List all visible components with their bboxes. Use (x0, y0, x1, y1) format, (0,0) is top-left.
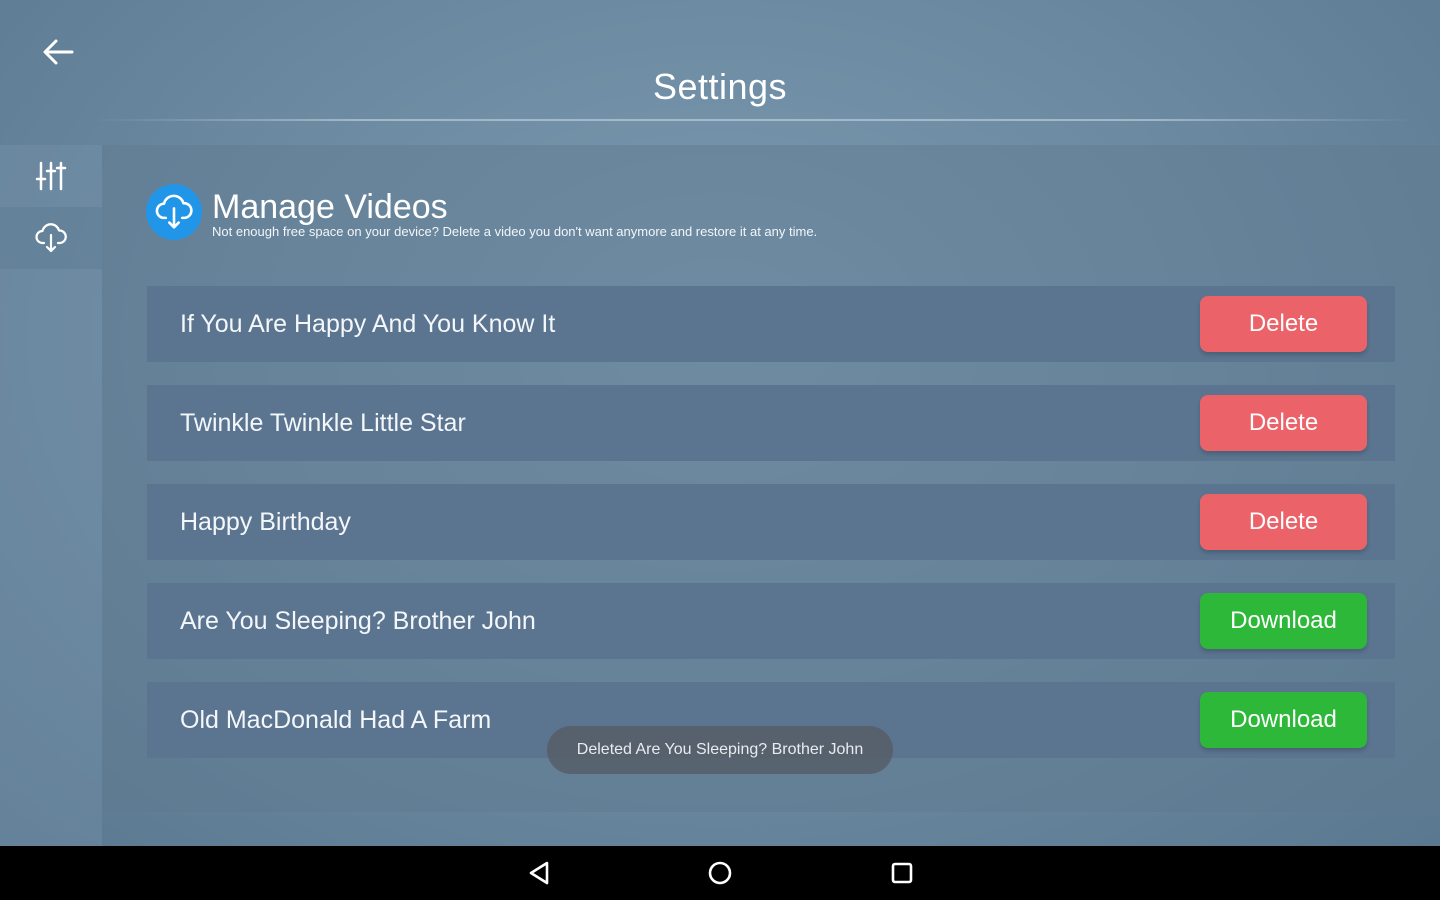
nav-home-button[interactable] (690, 846, 750, 900)
list-item: Happy Birthday Delete (147, 484, 1395, 560)
nav-back-button[interactable] (509, 846, 569, 900)
delete-button[interactable]: Delete (1200, 494, 1367, 550)
section-header: Manage Videos Not enough free space on y… (146, 184, 1046, 244)
list-item: Are You Sleeping? Brother John Download (147, 583, 1395, 659)
sliders-icon (35, 161, 67, 191)
toast-message: Deleted Are You Sleeping? Brother John (547, 726, 893, 774)
list-item: If You Are Happy And You Know It Delete (147, 286, 1395, 362)
system-nav-bar (0, 846, 1440, 900)
video-list: If You Are Happy And You Know It Delete … (147, 286, 1395, 781)
sidebar-item-manage-videos[interactable] (0, 207, 102, 269)
cloud-download-icon (155, 194, 193, 229)
page-title: Settings (652, 66, 788, 107)
section-subtitle: Not enough free space on your device? De… (212, 224, 818, 239)
video-title: Twinkle Twinkle Little Star (180, 408, 466, 437)
arrow-left-icon (43, 39, 74, 65)
cloud-download-icon (35, 223, 67, 253)
nav-recents-button[interactable] (872, 846, 932, 900)
delete-button[interactable]: Delete (1200, 395, 1367, 451)
app-screen: Settings Manage Videos Not enough free s… (0, 0, 1440, 846)
download-button[interactable]: Download (1200, 593, 1367, 649)
video-title: If You Are Happy And You Know It (180, 309, 556, 338)
back-triangle-icon (529, 861, 549, 885)
section-badge (146, 184, 202, 240)
video-title: Are You Sleeping? Brother John (180, 606, 536, 635)
section-title: Manage Videos (212, 188, 448, 226)
delete-button[interactable]: Delete (1200, 296, 1367, 352)
sidebar-item-preferences[interactable] (0, 145, 102, 207)
home-circle-icon (708, 861, 732, 885)
sidebar (0, 145, 102, 846)
recents-square-icon (891, 862, 913, 884)
list-item: Twinkle Twinkle Little Star Delete (147, 385, 1395, 461)
video-title: Old MacDonald Had A Farm (180, 705, 492, 734)
download-button[interactable]: Download (1200, 692, 1367, 748)
video-title: Happy Birthday (180, 507, 351, 536)
title-divider (90, 119, 1420, 121)
